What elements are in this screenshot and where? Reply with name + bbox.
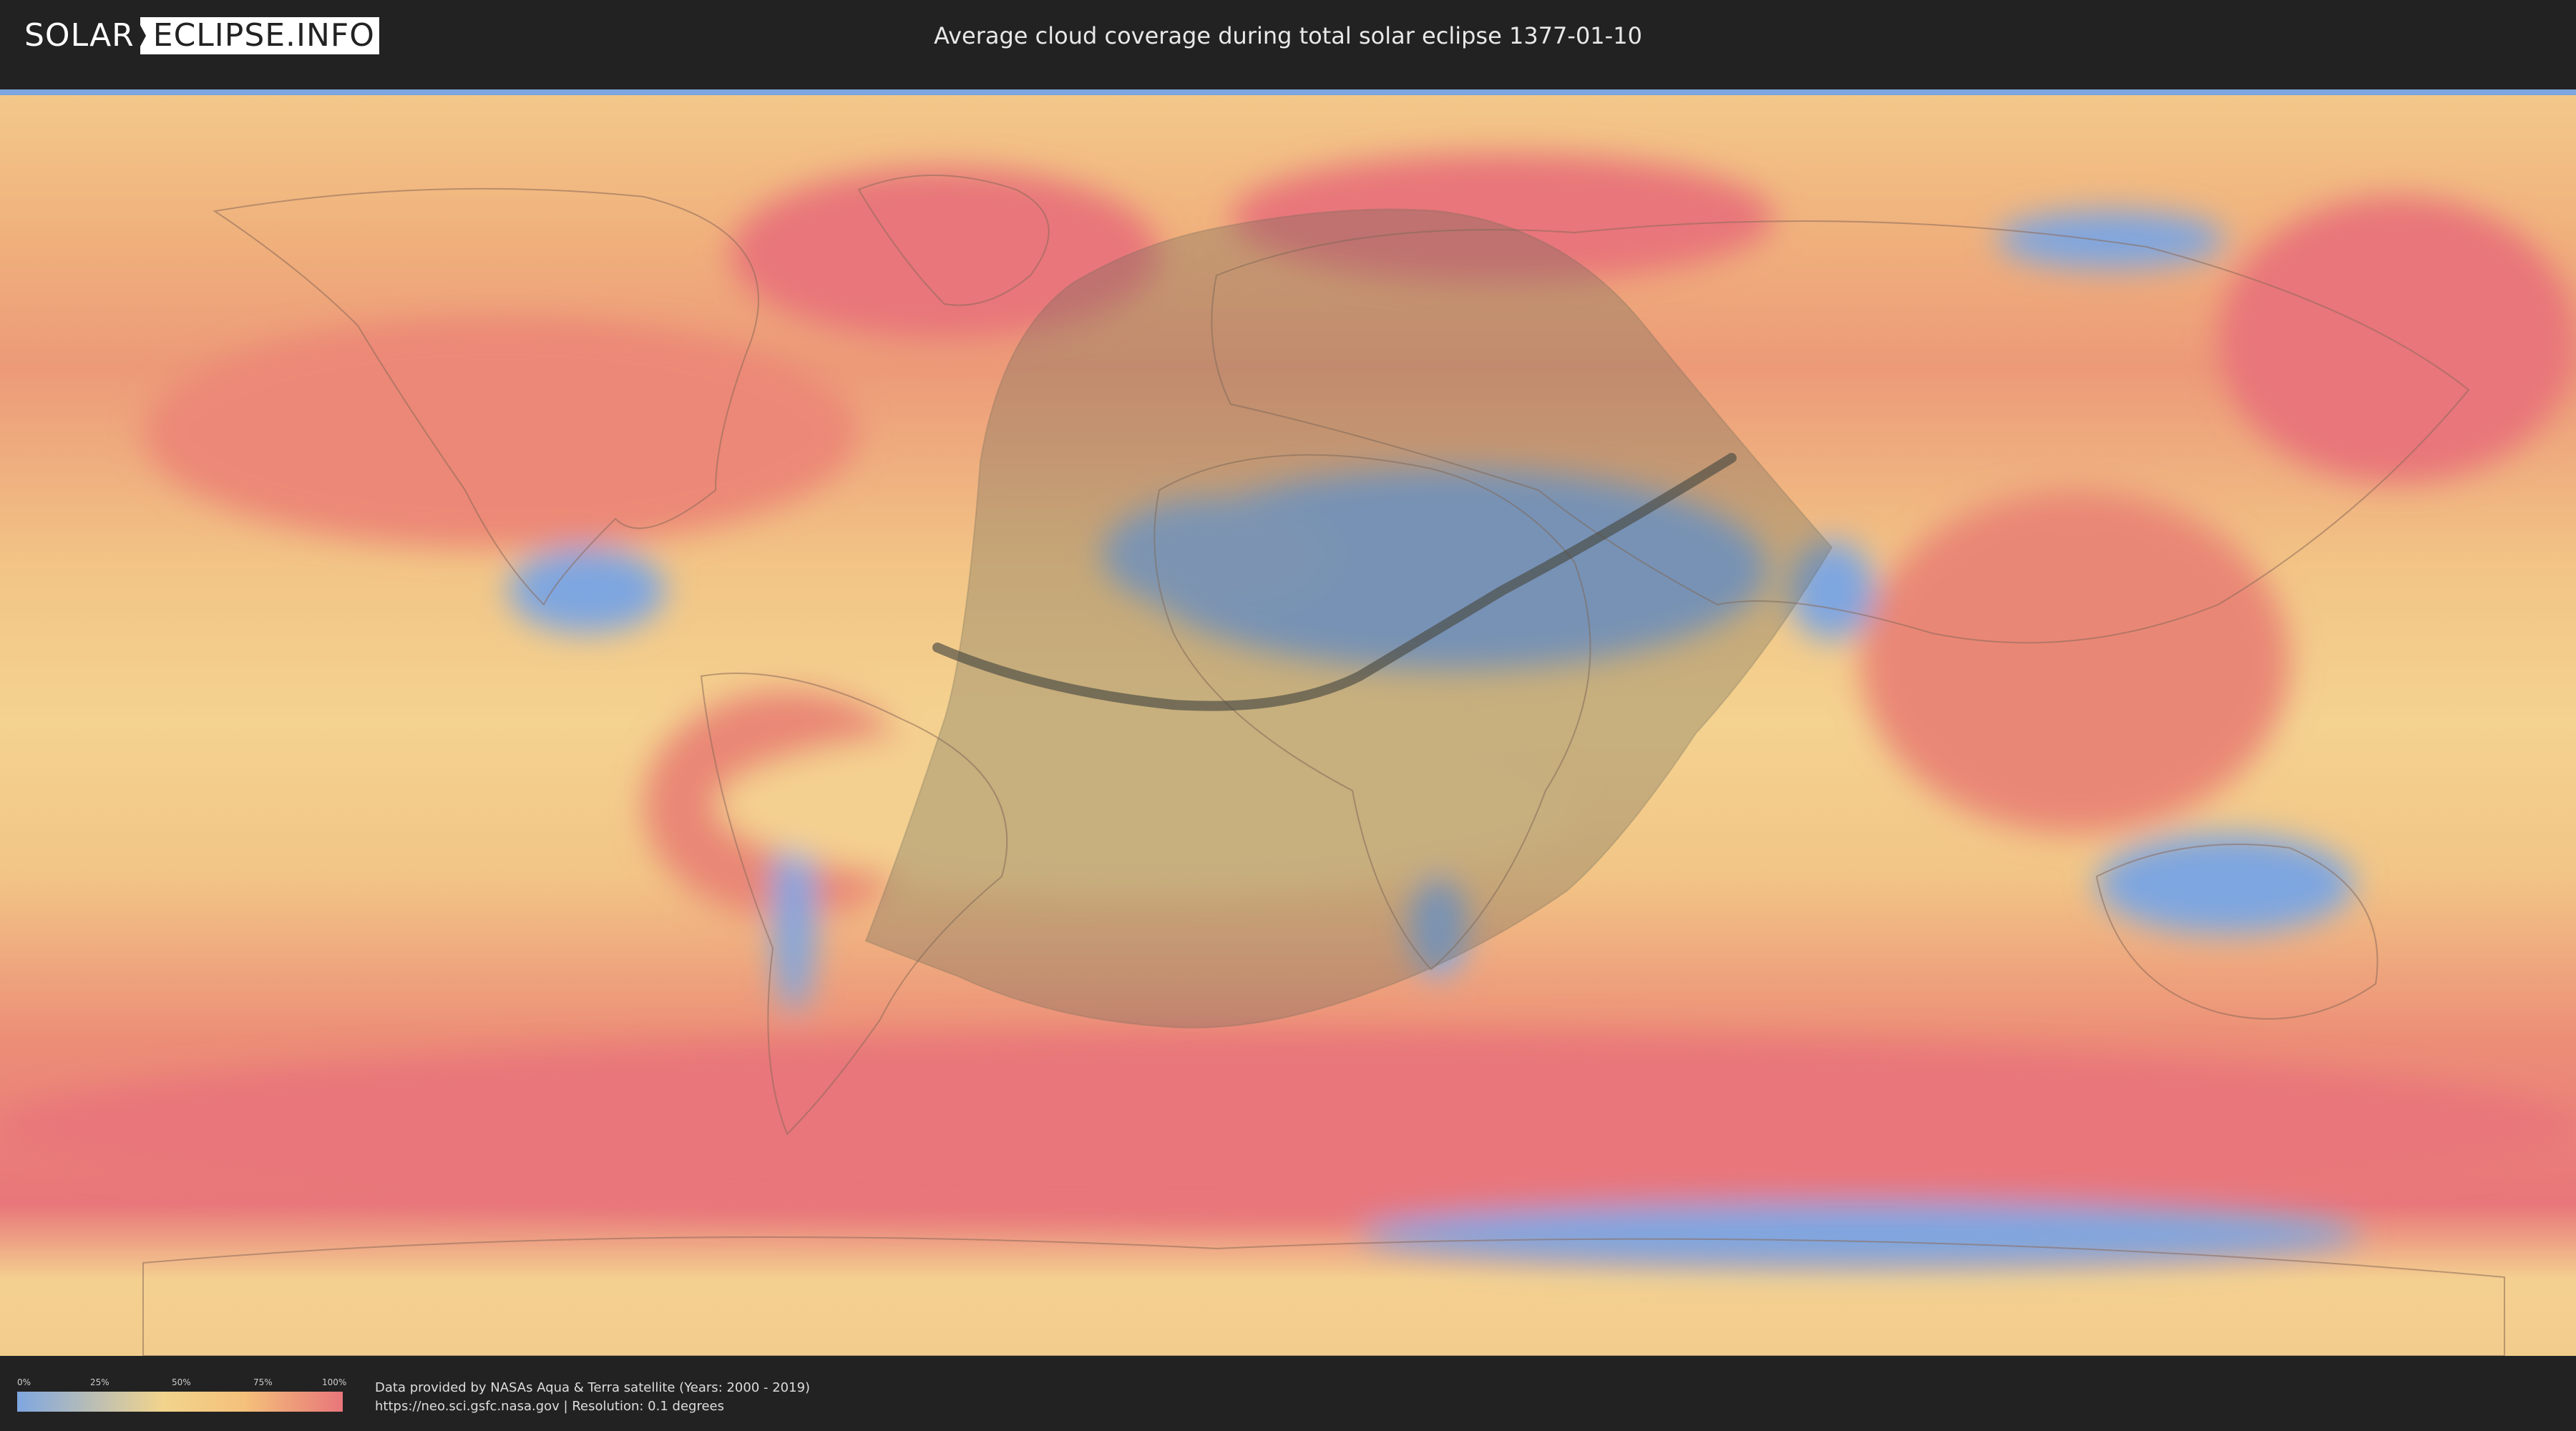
cloud-coverage-map <box>0 89 2576 1356</box>
map-top-edge <box>0 89 2576 95</box>
legend-tick-100: 100% <box>322 1377 347 1387</box>
legend-tick-25: 25% <box>90 1377 109 1387</box>
footer-bar: 0% 25% 50% 75% 100% Data provided by NAS… <box>0 1356 2576 1431</box>
page-title: Average cloud coverage during total sola… <box>934 22 1642 49</box>
credits-line-source: Data provided by NASAs Aqua & Terra sate… <box>375 1380 811 1395</box>
header-bar: SOLAR ECLIPSE.INFO Average cloud coverag… <box>0 0 2576 72</box>
credits-line-url[interactable]: https://neo.sci.gsfc.nasa.gov | Resoluti… <box>375 1397 810 1416</box>
legend-tick-50: 50% <box>172 1377 191 1387</box>
legend-color-bar <box>17 1392 343 1412</box>
data-credits: Data provided by NASAs Aqua & Terra sate… <box>375 1379 810 1416</box>
legend-tick-0: 0% <box>17 1377 31 1387</box>
legend-tick-75: 75% <box>253 1377 273 1387</box>
map-canvas <box>0 89 2576 1356</box>
